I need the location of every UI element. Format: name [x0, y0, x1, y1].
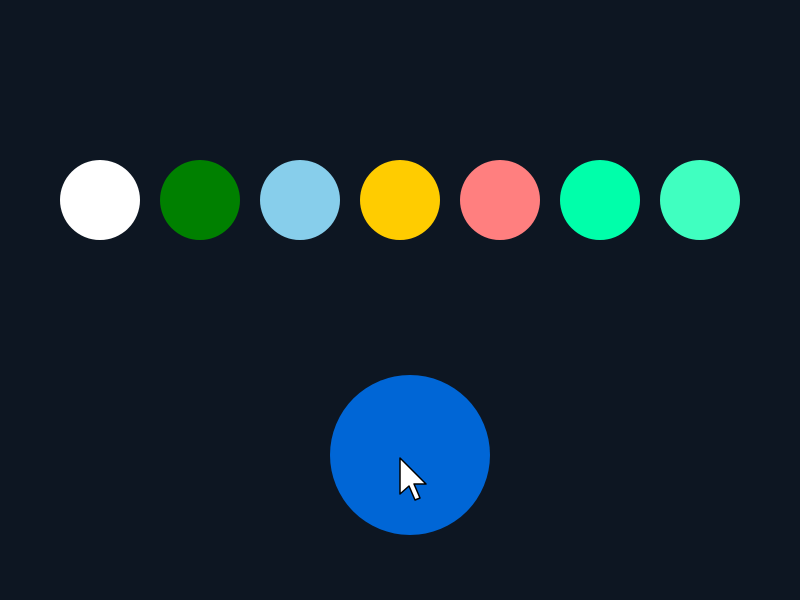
color-swatch-white[interactable]: [60, 160, 140, 240]
target-circle[interactable]: [330, 375, 490, 535]
color-swatch-salmon[interactable]: [460, 160, 540, 240]
color-swatch-aquamarine[interactable]: [660, 160, 740, 240]
color-swatch-row: [60, 160, 740, 240]
color-swatch-yellow[interactable]: [360, 160, 440, 240]
game-stage: [0, 0, 800, 600]
color-swatch-light-blue[interactable]: [260, 160, 340, 240]
color-swatch-spring-green[interactable]: [560, 160, 640, 240]
color-swatch-green[interactable]: [160, 160, 240, 240]
